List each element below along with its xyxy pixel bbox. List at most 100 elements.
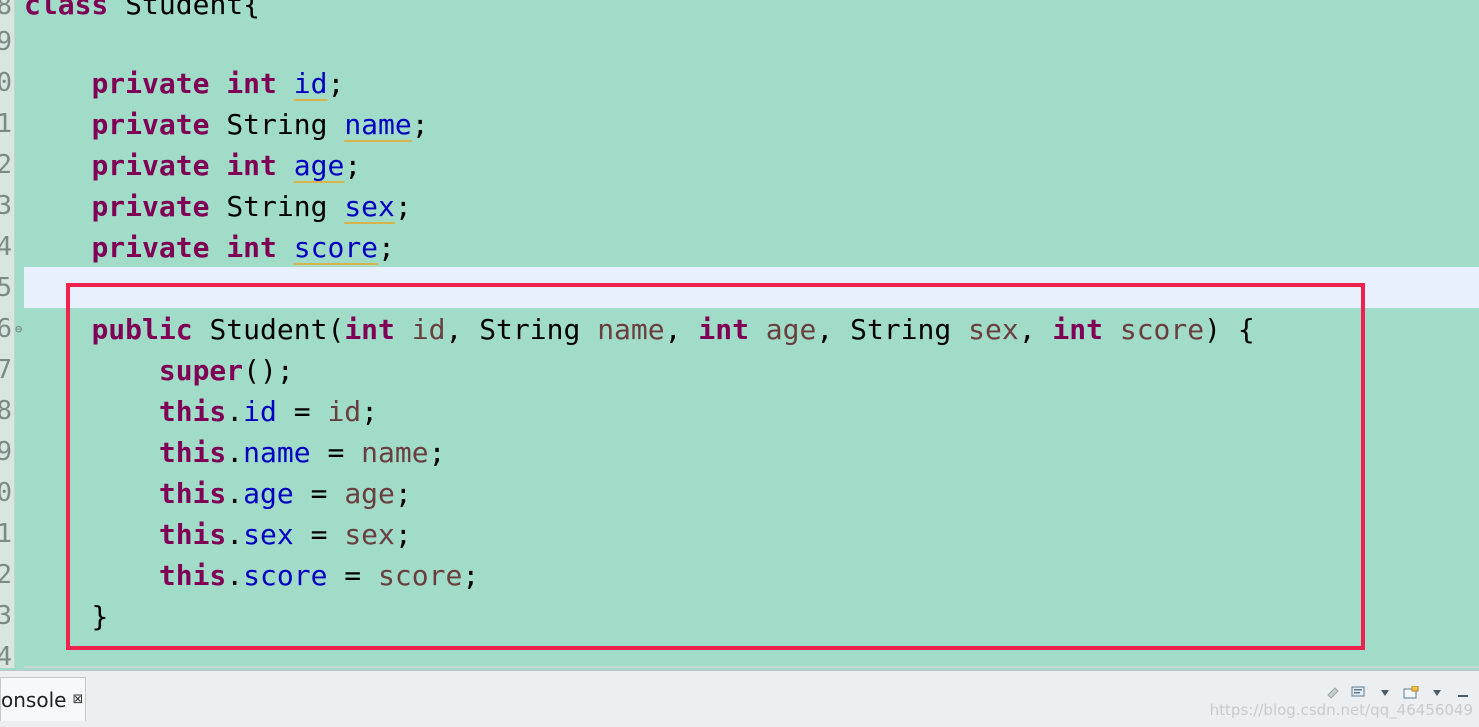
field-name: id (243, 395, 277, 428)
line-number: 6 (0, 314, 12, 344)
keyword: private (91, 108, 210, 141)
field-name: name (344, 108, 412, 141)
keyword: this (158, 559, 227, 592)
display-console-icon[interactable] (1351, 685, 1367, 701)
punctuation: , (1018, 313, 1053, 346)
code-line-constructor[interactable]: public Student(int id, String name, int … (24, 309, 1255, 350)
pin-icon[interactable] (1325, 685, 1341, 701)
param-name: id (411, 313, 446, 346)
code-line-field-age[interactable]: private int age; (24, 145, 361, 186)
field-name: age (293, 149, 345, 182)
operator: = (327, 559, 379, 592)
code-line-assign-sex[interactable]: this.sex = sex; (24, 514, 412, 555)
line-number-gutter: 8 9 0 1 2 3 4 5 6 7 8 9 0 1 2 3 4 (0, 0, 15, 668)
keyword: class (24, 0, 109, 21)
punctuation: . (226, 395, 244, 428)
line-number: 7 (0, 355, 12, 385)
type-name: String (479, 313, 581, 346)
param-name: score (1119, 313, 1205, 346)
code-line-assign-score[interactable]: this.score = score; (24, 555, 479, 596)
operator: = (293, 518, 345, 551)
punctuation: ; (394, 190, 412, 223)
keyword: int (226, 67, 277, 100)
code-line-field-score[interactable]: private int score; (24, 227, 395, 268)
punctuation: ; (462, 559, 480, 592)
bottom-panel: onsole ⊠ https://blog.csdn.net/qq_464560… (0, 670, 1479, 727)
operator: = (293, 477, 345, 510)
punctuation: ; (361, 395, 379, 428)
line-number: 5 (0, 273, 12, 303)
param-name: age (765, 313, 817, 346)
line-number: 1 (0, 519, 12, 549)
line-number: 0 (0, 478, 12, 508)
punctuation: ; (344, 149, 362, 182)
dropdown-arrow-icon[interactable] (1377, 685, 1393, 701)
horizontal-scrollbar[interactable] (24, 666, 1479, 668)
keyword: super (158, 354, 244, 387)
keyword: int (226, 231, 277, 264)
closing-brace: } (91, 600, 109, 633)
fold-collapse-icon[interactable]: ⊖ (15, 322, 22, 336)
punctuation: . (226, 559, 244, 592)
keyword: int (698, 313, 749, 346)
field-name: name (243, 436, 311, 469)
keyword: private (91, 190, 210, 223)
punctuation: , (445, 313, 480, 346)
code-line-super[interactable]: super(); (24, 350, 294, 391)
line-number: 0 (0, 68, 12, 98)
code-editor[interactable]: 8 9 0 1 2 3 4 5 6 7 8 9 0 1 2 3 4 ⊖ clas… (0, 0, 1479, 668)
keyword: public (91, 313, 193, 346)
keyword: private (91, 67, 210, 100)
param-name: sex (344, 518, 395, 551)
punctuation: . (226, 436, 244, 469)
punctuation: ; (378, 231, 395, 264)
param-name: sex (968, 313, 1019, 346)
code-line-assign-id[interactable]: this.id = id; (24, 391, 378, 432)
line-number: 2 (0, 150, 12, 180)
code-line-field-name[interactable]: private String name; (24, 104, 429, 145)
panel-toolbar (1325, 685, 1471, 701)
punctuation: (); (243, 354, 294, 387)
open-console-icon[interactable] (1403, 685, 1419, 701)
punctuation: , (816, 313, 851, 346)
punctuation: ; (411, 108, 429, 141)
current-line-highlight (24, 267, 1479, 308)
field-name: id (293, 67, 328, 100)
line-number: 3 (0, 191, 12, 221)
code-line-class-decl[interactable]: class Student{ (24, 0, 260, 25)
field-name: age (243, 477, 294, 510)
constructor-name: Student( (209, 313, 345, 346)
line-number: 4 (0, 642, 12, 668)
code-line-assign-age[interactable]: this.age = age; (24, 473, 412, 514)
punctuation: . (226, 518, 244, 551)
punctuation: ) { (1204, 313, 1255, 346)
keyword: this (158, 436, 227, 469)
punctuation: ; (394, 518, 412, 551)
param-name: score (378, 559, 463, 592)
punctuation: , (664, 313, 699, 346)
punctuation: . (226, 477, 244, 510)
close-icon[interactable]: ⊠ (72, 692, 83, 707)
keyword: int (226, 149, 277, 182)
field-name: sex (344, 190, 395, 223)
code-line-assign-name[interactable]: this.name = name; (24, 432, 446, 473)
code-line-field-sex[interactable]: private String sex; (24, 186, 412, 227)
type-name: String (226, 108, 328, 141)
punctuation: ; (428, 436, 446, 469)
tab-console-label: onsole (1, 687, 67, 712)
code-line-field-id[interactable]: private int id; (24, 63, 344, 104)
dropdown-arrow-icon[interactable] (1429, 685, 1445, 701)
code-line-close-brace[interactable]: } (24, 596, 108, 637)
punctuation: ; (327, 67, 345, 100)
punctuation: ; (394, 477, 412, 510)
line-number: 1 (0, 109, 12, 139)
param-name: age (344, 477, 395, 510)
watermark: https://blog.csdn.net/qq_46456049 (1209, 701, 1473, 719)
line-number: 9 (0, 27, 12, 57)
tab-console[interactable]: onsole ⊠ (0, 677, 86, 721)
param-name: id (327, 395, 362, 428)
field-name: sex (243, 518, 294, 551)
param-name: name (597, 313, 665, 346)
keyword: this (158, 477, 227, 510)
minimize-icon[interactable] (1455, 685, 1471, 701)
